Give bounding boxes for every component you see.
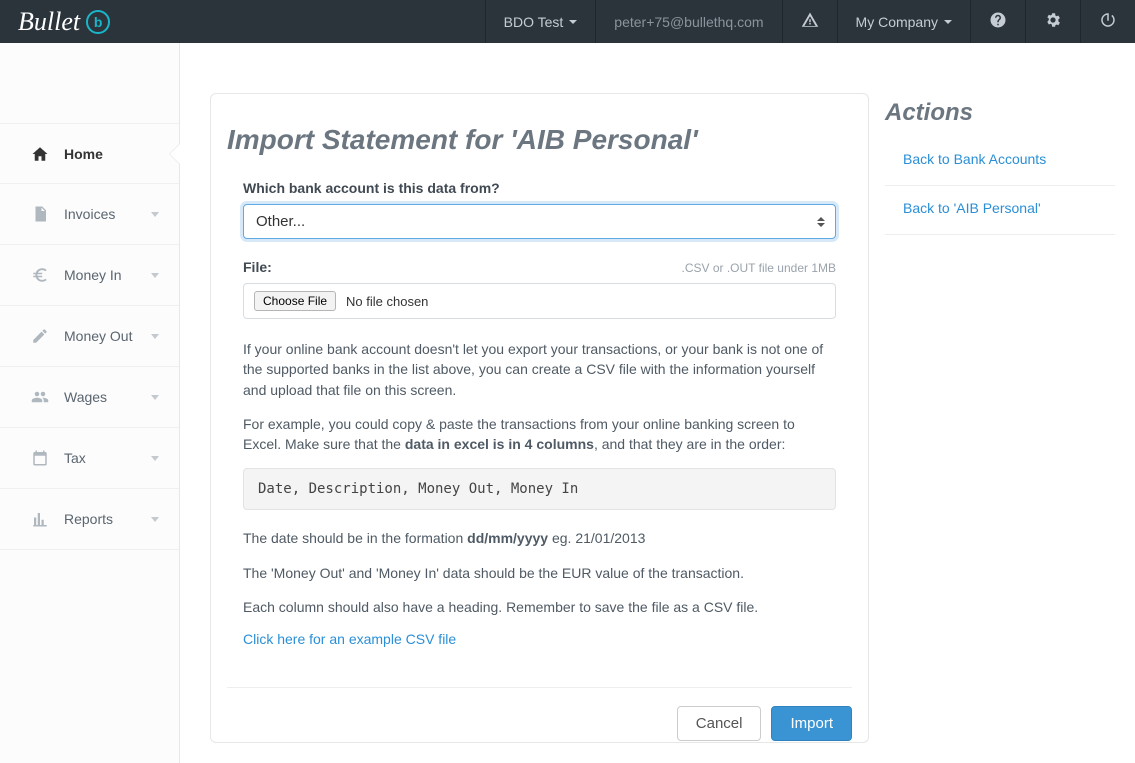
text: , and that they are in the order:	[594, 436, 785, 452]
brand-logo[interactable]: Bullet b	[0, 0, 128, 43]
account-dropdown[interactable]: BDO Test	[485, 0, 596, 43]
sidebar-item-label: Money Out	[64, 328, 151, 344]
top-navbar: Bullet b BDO Test peter+75@bullethq.com …	[0, 0, 1135, 43]
chart-icon	[30, 510, 50, 528]
bank-account-select-wrap[interactable]: Other...	[243, 204, 836, 239]
back-to-bank-accounts-link[interactable]: Back to Bank Accounts	[903, 151, 1046, 167]
sidebar-item-label: Reports	[64, 511, 151, 527]
text: eg. 21/01/2013	[548, 530, 645, 546]
import-button[interactable]: Import	[771, 706, 852, 741]
help-paragraph-5: Each column should also have a heading. …	[243, 597, 836, 617]
sidebar-item-label: Wages	[64, 389, 151, 405]
sidebar-item-wages[interactable]: Wages	[0, 367, 179, 428]
file-hint: .CSV or .OUT file under 1MB	[682, 261, 837, 275]
file-label: File:	[243, 259, 272, 275]
cancel-button[interactable]: Cancel	[677, 706, 762, 741]
sidebar-item-label: Home	[64, 146, 159, 162]
main-content: Import Statement for 'AIB Personal' Whic…	[180, 43, 1135, 763]
choose-file-button[interactable]: Choose File	[254, 291, 336, 311]
action-item: Back to Bank Accounts	[885, 147, 1115, 186]
chevron-down-icon	[151, 273, 159, 278]
chevron-down-icon	[151, 212, 159, 217]
help-paragraph-4: The 'Money Out' and 'Money In' data shou…	[243, 563, 836, 583]
sidebar-item-home[interactable]: Home	[0, 123, 179, 184]
example-csv-link[interactable]: Click here for an example CSV file	[243, 631, 456, 647]
gear-icon	[1044, 11, 1062, 32]
edit-icon	[30, 327, 50, 345]
help-button[interactable]	[970, 0, 1025, 43]
columns-code: Date, Description, Money Out, Money In	[243, 468, 836, 510]
settings-button[interactable]	[1025, 0, 1080, 43]
calendar-icon	[30, 449, 50, 467]
alerts-button[interactable]	[782, 0, 837, 43]
help-icon	[989, 11, 1007, 32]
sidebar-item-label: Money In	[64, 267, 151, 283]
sidebar-item-money-in[interactable]: Money In	[0, 245, 179, 306]
sidebar: Home Invoices Money In Money Out	[0, 43, 180, 763]
company-dropdown-label: My Company	[856, 14, 938, 30]
chevron-down-icon	[151, 395, 159, 400]
sidebar-item-tax[interactable]: Tax	[0, 428, 179, 489]
actions-title: Actions	[885, 99, 1115, 127]
brand-icon: b	[86, 10, 110, 34]
text-bold: dd/mm/yyyy	[467, 530, 548, 546]
sidebar-item-reports[interactable]: Reports	[0, 489, 179, 550]
sidebar-item-label: Tax	[64, 450, 151, 466]
help-paragraph-1: If your online bank account doesn't let …	[243, 339, 836, 400]
actions-panel: Actions Back to Bank Accounts Back to 'A…	[885, 93, 1115, 743]
chevron-down-icon	[151, 517, 159, 522]
text: The date should be in the formation	[243, 530, 467, 546]
file-status: No file chosen	[346, 294, 428, 309]
action-item: Back to 'AIB Personal'	[885, 186, 1115, 235]
chevron-down-icon	[944, 20, 952, 24]
import-card: Import Statement for 'AIB Personal' Whic…	[210, 93, 869, 743]
euro-icon	[30, 266, 50, 284]
file-group: File: .CSV or .OUT file under 1MB Choose…	[243, 259, 836, 319]
logout-button[interactable]	[1080, 0, 1135, 43]
chevron-down-icon	[151, 456, 159, 461]
help-paragraph-3: The date should be in the formation dd/m…	[243, 528, 836, 548]
users-icon	[30, 388, 50, 406]
page-title: Import Statement for 'AIB Personal'	[227, 124, 852, 156]
company-dropdown[interactable]: My Company	[837, 0, 970, 43]
user-email-text: peter+75@bullethq.com	[614, 14, 763, 30]
chevron-down-icon	[569, 20, 577, 24]
warning-icon	[801, 11, 819, 32]
bank-account-label: Which bank account is this data from?	[243, 180, 836, 196]
user-email[interactable]: peter+75@bullethq.com	[595, 0, 781, 43]
file-input-box[interactable]: Choose File No file chosen	[243, 283, 836, 319]
bank-account-select[interactable]: Other...	[244, 205, 835, 238]
text-bold: data in excel is in 4 columns	[405, 436, 594, 452]
card-footer: Cancel Import	[227, 687, 852, 741]
brand-text: Bullet	[18, 7, 80, 37]
sidebar-item-invoices[interactable]: Invoices	[0, 184, 179, 245]
file-icon	[30, 205, 50, 223]
bank-account-group: Which bank account is this data from? Ot…	[243, 180, 836, 239]
power-icon	[1099, 11, 1117, 32]
chevron-down-icon	[151, 334, 159, 339]
sidebar-item-label: Invoices	[64, 206, 151, 222]
back-to-account-link[interactable]: Back to 'AIB Personal'	[903, 200, 1041, 216]
help-paragraph-2: For example, you could copy & paste the …	[243, 414, 836, 455]
account-dropdown-label: BDO Test	[504, 14, 564, 30]
home-icon	[30, 145, 50, 163]
sidebar-item-money-out[interactable]: Money Out	[0, 306, 179, 367]
